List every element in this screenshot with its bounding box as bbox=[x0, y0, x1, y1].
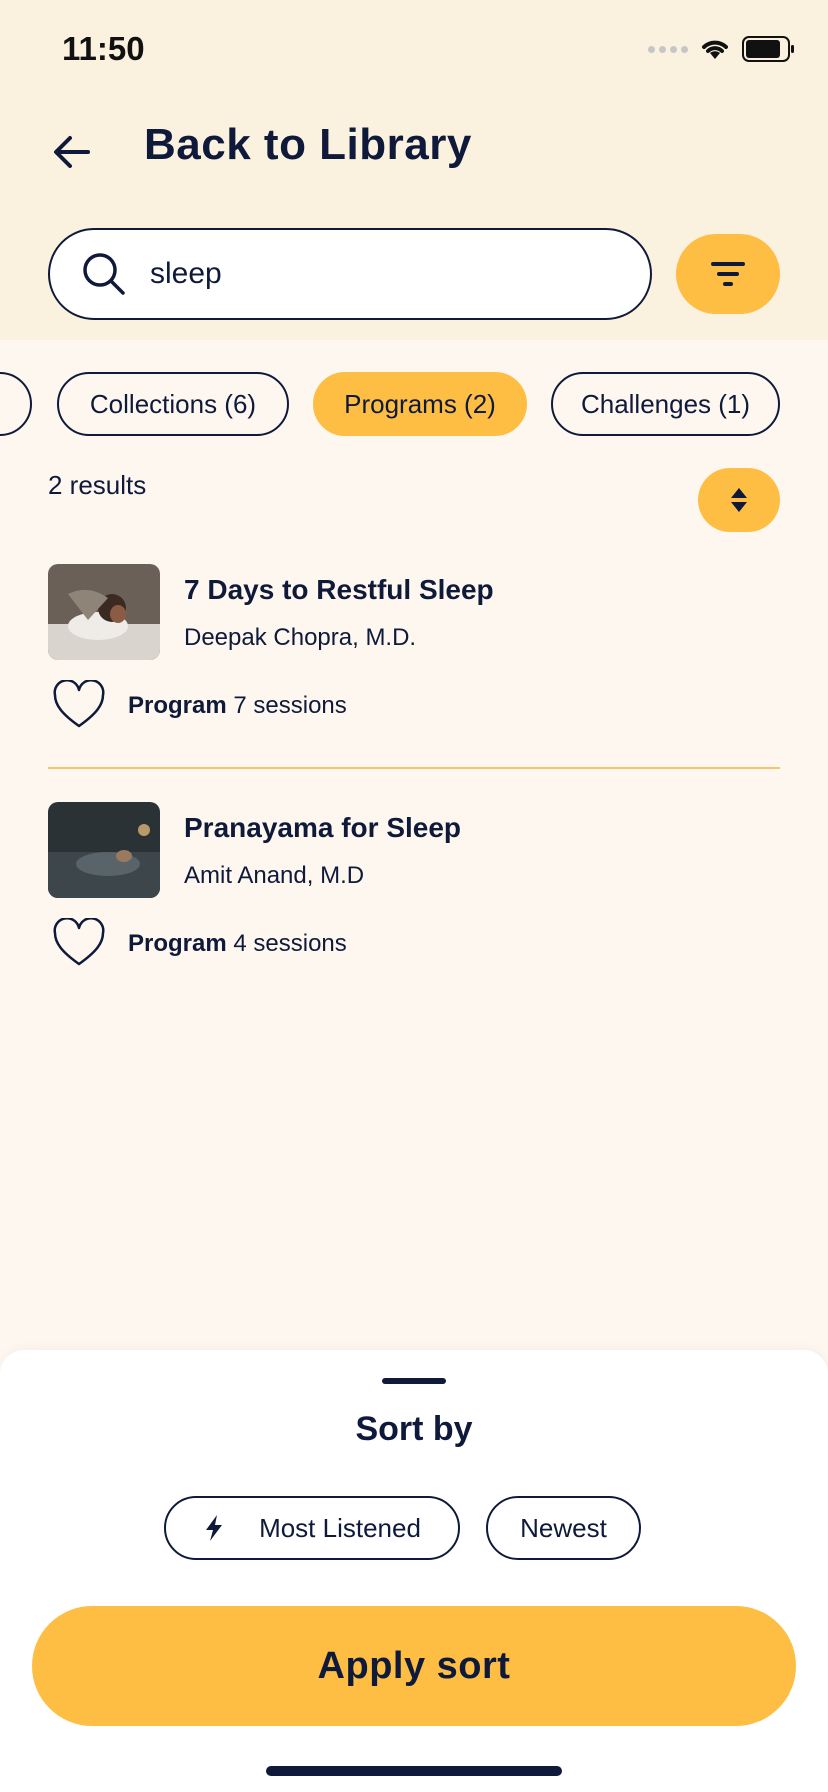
category-chips: Collections (6) Programs (2) Challenges … bbox=[0, 372, 828, 436]
page-title: Back to Library bbox=[144, 120, 472, 169]
chip-challenges[interactable]: Challenges (1) bbox=[551, 372, 780, 436]
item-meta: Program 7 sessions bbox=[128, 692, 347, 720]
option-label: Most Listened bbox=[259, 1512, 421, 1543]
item-sessions: 7 sessions bbox=[233, 692, 347, 719]
heart-icon[interactable] bbox=[52, 678, 106, 730]
item-author: Amit Anand, M.D bbox=[184, 862, 365, 889]
item-sessions: 4 sessions bbox=[233, 930, 347, 957]
program-thumbnail bbox=[48, 802, 160, 898]
chip-collections[interactable]: Collections (6) bbox=[57, 372, 289, 436]
item-author: Deepak Chopra, M.D. bbox=[184, 624, 417, 651]
sheet-title: Sort by bbox=[355, 1410, 473, 1448]
filter-button[interactable] bbox=[676, 234, 780, 314]
arrow-left-icon bbox=[54, 136, 90, 168]
lightning-icon bbox=[206, 1515, 223, 1541]
search-input[interactable] bbox=[150, 257, 570, 291]
sort-option-newest[interactable]: Newest bbox=[486, 1496, 641, 1560]
status-icons bbox=[648, 36, 796, 62]
sort-option-most-listened[interactable]: Most Listened bbox=[164, 1496, 460, 1560]
list-item[interactable]: 7 Days to Restful Sleep Deepak Chopra, M… bbox=[48, 564, 780, 734]
program-thumbnail bbox=[48, 564, 160, 660]
status-time: 11:50 bbox=[62, 30, 145, 67]
divider bbox=[48, 767, 780, 769]
chip-previous[interactable] bbox=[0, 372, 32, 436]
wifi-icon bbox=[702, 40, 728, 59]
apply-sort-button[interactable]: Apply sort bbox=[32, 1606, 796, 1726]
header: 11:50 Back to Library bbox=[0, 0, 828, 340]
sort-button[interactable] bbox=[698, 468, 780, 532]
list-item[interactable]: Pranayama for Sleep Amit Anand, M.D Prog… bbox=[48, 802, 780, 972]
search-icon bbox=[80, 250, 128, 298]
item-meta: Program 4 sessions bbox=[128, 930, 347, 958]
results-count: 2 results bbox=[48, 470, 147, 500]
item-type: Program bbox=[128, 692, 227, 719]
sheet-grabber[interactable] bbox=[382, 1378, 446, 1384]
filter-icon bbox=[711, 262, 745, 286]
item-title: 7 Days to Restful Sleep bbox=[184, 574, 494, 605]
signal-icon bbox=[648, 45, 688, 53]
item-title: Pranayama for Sleep bbox=[184, 812, 462, 843]
chip-programs[interactable]: Programs (2) bbox=[313, 372, 527, 436]
sort-arrows-icon bbox=[731, 488, 747, 512]
heart-icon[interactable] bbox=[52, 916, 106, 968]
item-type: Program bbox=[128, 930, 227, 957]
search-bar[interactable] bbox=[48, 228, 652, 320]
home-indicator bbox=[266, 1766, 562, 1776]
sort-sheet: Sort by Most Listened Newest Apply sort bbox=[0, 1350, 828, 1792]
battery-icon bbox=[742, 36, 794, 62]
back-button[interactable] bbox=[48, 128, 96, 176]
